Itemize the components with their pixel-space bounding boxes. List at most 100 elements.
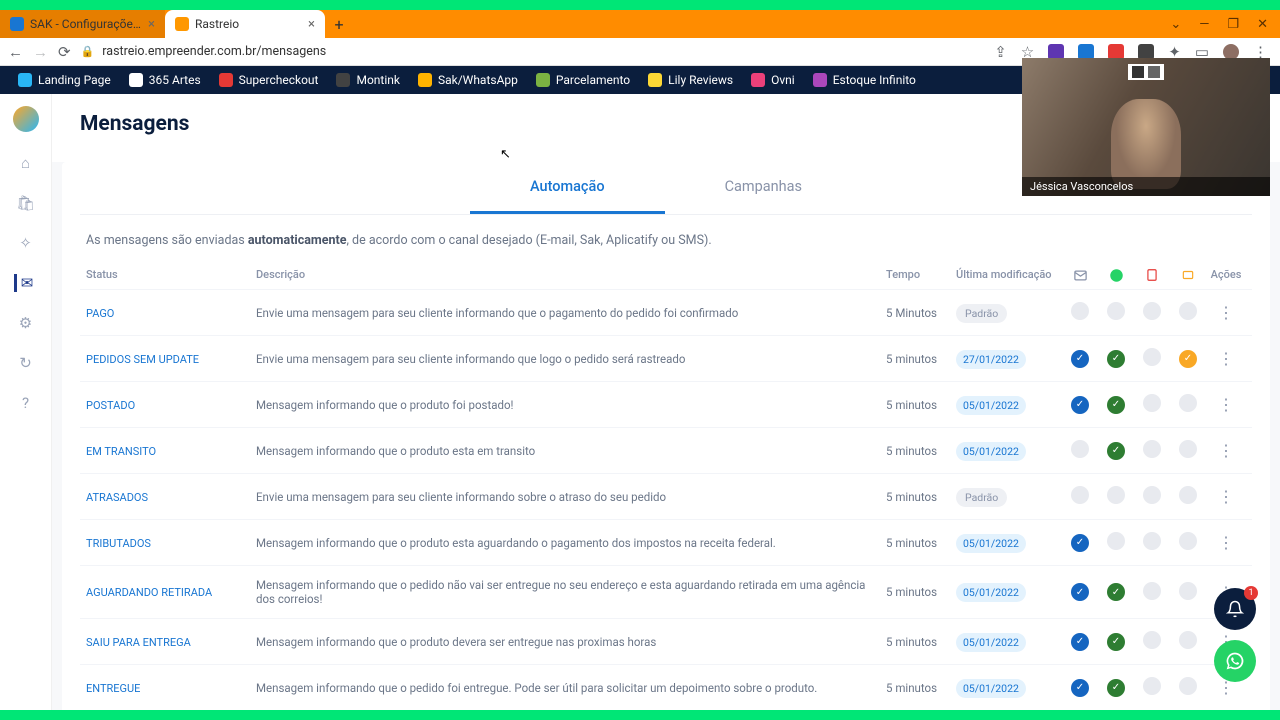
bookmark-icon-4: [418, 73, 432, 87]
tab-close-1[interactable]: ×: [308, 17, 315, 32]
status-link[interactable]: PEDIDOS SEM UPDATE: [86, 353, 199, 366]
video-top-label: [1128, 64, 1164, 80]
bookmark-0[interactable]: Landing Page: [18, 73, 111, 87]
bookmark-1[interactable]: 365 Artes: [129, 73, 201, 87]
col-app-icon: [1170, 268, 1206, 283]
channel-toggle-3[interactable]: [1170, 677, 1206, 698]
channel-toggle-2[interactable]: [1134, 677, 1170, 698]
window-maximize-icon[interactable]: ❐: [1227, 17, 1239, 32]
channel-toggle-2[interactable]: [1134, 486, 1170, 507]
nav-forward-icon[interactable]: →: [33, 43, 48, 61]
desc-cell: Envie uma mensagem para seu cliente info…: [256, 306, 886, 320]
channel-toggle-1[interactable]: ✓: [1098, 679, 1134, 697]
new-tab-button[interactable]: +: [325, 10, 353, 38]
mod-badge: 27/01/2022: [956, 350, 1026, 369]
channel-toggle-3[interactable]: [1170, 532, 1206, 553]
channel-toggle-3[interactable]: [1170, 582, 1206, 603]
channel-toggle-1[interactable]: ✓: [1098, 583, 1134, 601]
channel-toggle-3[interactable]: [1170, 302, 1206, 323]
row-actions-button[interactable]: ⋮: [1206, 395, 1246, 414]
bookmark-2[interactable]: Supercheckout: [219, 73, 319, 87]
channel-toggle-2[interactable]: [1134, 440, 1170, 461]
browser-tab-1[interactable]: Rastreio ×: [165, 10, 325, 38]
row-actions-button[interactable]: ⋮: [1206, 487, 1246, 506]
nav-back-icon[interactable]: ←: [8, 43, 23, 61]
channel-toggle-1[interactable]: ✓: [1098, 633, 1134, 651]
tab-automation[interactable]: Automação: [470, 162, 665, 214]
bookmark-3[interactable]: Montink: [336, 73, 400, 87]
channel-toggle-0[interactable]: [1062, 440, 1098, 461]
mod-badge: Padrão: [956, 304, 1007, 323]
channel-toggle-0[interactable]: ✓: [1062, 534, 1098, 552]
bookmark-5[interactable]: Parcelamento: [536, 73, 630, 87]
mod-cell: Padrão: [956, 490, 1062, 504]
bookmark-6[interactable]: Lily Reviews: [648, 73, 733, 87]
status-link[interactable]: POSTADO: [86, 399, 135, 412]
channel-toggle-3[interactable]: [1170, 394, 1206, 415]
status-link[interactable]: PAGO: [86, 307, 114, 320]
window-chevron-icon[interactable]: ⌄: [1170, 17, 1181, 32]
channel-toggle-2[interactable]: [1134, 582, 1170, 603]
sidebar-star-icon[interactable]: ✧: [17, 234, 35, 252]
channel-toggle-2[interactable]: [1134, 532, 1170, 553]
channel-toggle-0[interactable]: ✓: [1062, 679, 1098, 697]
window-minimize-icon[interactable]: —: [1199, 17, 1209, 32]
sidebar-mail-icon[interactable]: ✉: [14, 274, 35, 292]
channel-toggle-2[interactable]: [1134, 348, 1170, 369]
browser-tab-0[interactable]: SAK - Configurações - Inte ×: [0, 10, 165, 38]
channel-toggle-2[interactable]: [1134, 631, 1170, 652]
status-link[interactable]: AGUARDANDO RETIRADA: [86, 586, 212, 599]
status-link[interactable]: SAIU PARA ENTREGA: [86, 636, 191, 649]
sidebar-gear-icon[interactable]: ⚙: [17, 314, 35, 332]
channel-toggle-3[interactable]: [1170, 440, 1206, 461]
channel-toggle-2[interactable]: [1134, 394, 1170, 415]
col-email-icon: [1062, 268, 1098, 283]
url-field[interactable]: 🔒 rastreio.empreender.com.br/mensagens: [81, 44, 985, 59]
sidebar-bag-icon[interactable]: 🛍: [17, 194, 35, 212]
app-logo[interactable]: [13, 106, 39, 132]
bookmark-7[interactable]: Ovni: [751, 73, 795, 87]
channel-toggle-1[interactable]: ✓: [1098, 442, 1134, 460]
bookmark-4[interactable]: Sak/WhatsApp: [418, 73, 518, 87]
nav-reload-icon[interactable]: ⟳: [58, 43, 71, 61]
channel-toggle-1[interactable]: [1098, 486, 1134, 507]
status-link[interactable]: ATRASADOS: [86, 491, 148, 504]
channel-toggle-3[interactable]: [1170, 486, 1206, 507]
channel-toggle-3[interactable]: [1170, 631, 1206, 652]
app-sidebar: ⌂ 🛍 ✧ ✉ ⚙ ↻ ?: [0, 94, 52, 710]
sidebar-refresh-icon[interactable]: ↻: [17, 354, 35, 372]
channel-toggle-0[interactable]: [1062, 302, 1098, 323]
channel-toggle-1[interactable]: [1098, 532, 1134, 553]
status-link[interactable]: EM TRANSITO: [86, 445, 156, 458]
window-close-icon[interactable]: ✕: [1257, 17, 1268, 32]
status-cell: ENTREGUE: [86, 681, 256, 695]
row-actions-button[interactable]: ⋮: [1206, 441, 1246, 460]
channel-toggle-0[interactable]: ✓: [1062, 350, 1098, 368]
channel-toggle-2[interactable]: [1134, 302, 1170, 323]
share-icon[interactable]: ⇪: [994, 43, 1007, 61]
tab-campaigns[interactable]: Campanhas: [665, 162, 862, 214]
sidebar-home-icon[interactable]: ⌂: [17, 154, 35, 172]
mod-cell: 05/01/2022: [956, 585, 1062, 599]
mod-badge: 05/01/2022: [956, 534, 1026, 553]
channel-toggle-0[interactable]: ✓: [1062, 583, 1098, 601]
channel-toggle-1[interactable]: ✓: [1098, 350, 1134, 368]
row-actions-button[interactable]: ⋮: [1206, 533, 1246, 552]
table-row: SAIU PARA ENTREGA Mensagem informando qu…: [80, 618, 1252, 664]
status-link[interactable]: ENTREGUE: [86, 682, 140, 695]
channel-toggle-1[interactable]: ✓: [1098, 396, 1134, 414]
video-overlay[interactable]: Jéssica Vasconcelos: [1022, 58, 1270, 196]
float-notifications-button[interactable]: 1: [1214, 588, 1256, 630]
status-link[interactable]: TRIBUTADOS: [86, 537, 151, 550]
channel-toggle-0[interactable]: ✓: [1062, 396, 1098, 414]
tab-close-0[interactable]: ×: [148, 17, 155, 32]
channel-toggle-0[interactable]: ✓: [1062, 633, 1098, 651]
float-whatsapp-button[interactable]: [1214, 640, 1256, 682]
channel-toggle-1[interactable]: [1098, 302, 1134, 323]
row-actions-button[interactable]: ⋮: [1206, 349, 1246, 368]
channel-toggle-0[interactable]: [1062, 486, 1098, 507]
sidebar-help-icon[interactable]: ?: [17, 394, 35, 412]
bookmark-8[interactable]: Estoque Infinito: [813, 73, 916, 87]
channel-toggle-3[interactable]: ✓: [1170, 350, 1206, 368]
row-actions-button[interactable]: ⋮: [1206, 303, 1246, 322]
